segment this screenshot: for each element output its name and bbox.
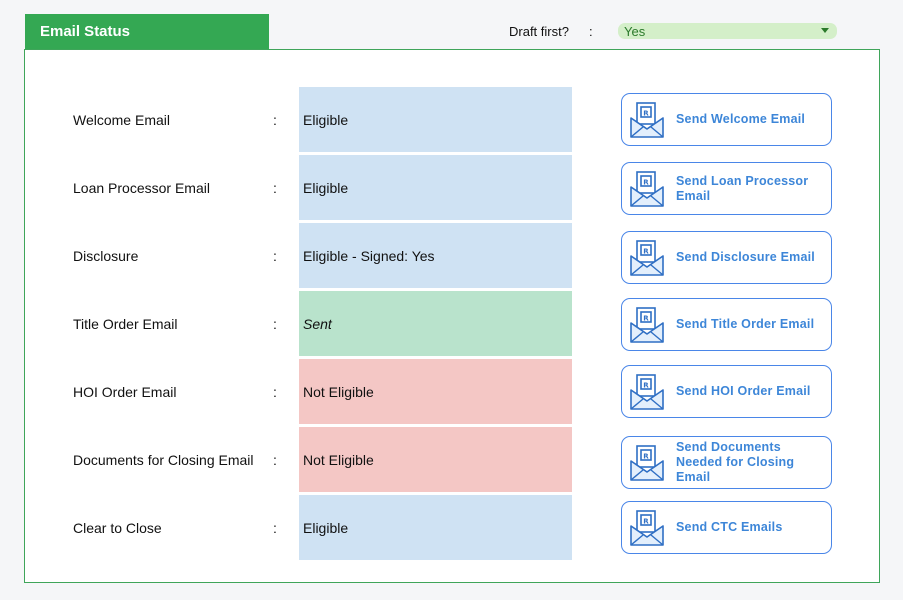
svg-text:R: R	[643, 178, 649, 186]
send-button-label: Send HOI Order Email	[676, 384, 811, 398]
row-label-clear-to-close: Clear to Close	[73, 520, 162, 536]
status-title-order-email: Sent	[299, 291, 572, 356]
envelope-document-icon: R	[630, 306, 664, 343]
send-title-order-email-button[interactable]: R Send Title Order Email	[621, 298, 832, 351]
row-label-title-order-email: Title Order Email	[73, 316, 178, 332]
row-colon: :	[273, 384, 277, 400]
status-loan-processor-email: Eligible	[299, 155, 572, 220]
send-button-label: Send Documents Needed for Closing Email	[676, 440, 795, 484]
send-documents-needed-for-closing-email-button[interactable]: R Send Documents Needed for Closing Emai…	[621, 436, 832, 489]
svg-text:R: R	[643, 314, 649, 322]
svg-text:R: R	[643, 381, 649, 389]
send-button-label: Send Welcome Email	[676, 112, 806, 126]
send-disclosure-email-button[interactable]: R Send Disclosure Email	[621, 231, 832, 284]
email-status-tab: Email Status	[25, 14, 269, 49]
send-button-label: Send CTC Emails	[676, 520, 783, 534]
status-disclosure: Eligible - Signed: Yes	[299, 223, 572, 288]
status-documents-for-closing-email: Not Eligible	[299, 427, 572, 492]
status-text: Not Eligible	[303, 451, 374, 468]
draft-first-value: Yes	[624, 24, 646, 39]
chevron-down-icon	[821, 28, 829, 33]
row-label-documents-for-closing-email: Documents for Closing Email	[73, 452, 254, 468]
status-clear-to-close: Eligible	[299, 495, 572, 560]
send-ctc-emails-button[interactable]: R Send CTC Emails	[621, 501, 832, 554]
envelope-document-icon: R	[630, 509, 664, 546]
draft-first-colon: :	[589, 24, 593, 39]
row-label-loan-processor-email: Loan Processor Email	[73, 180, 210, 196]
envelope-document-icon: R	[630, 170, 664, 207]
status-text: Eligible	[303, 111, 349, 128]
status-text: Eligible - Signed: Yes	[303, 247, 435, 264]
status-text: Sent	[303, 315, 332, 332]
draft-first-label: Draft first?	[509, 24, 569, 39]
envelope-document-icon: R	[630, 444, 664, 481]
status-text: Eligible	[303, 519, 349, 536]
envelope-document-icon: R	[630, 101, 664, 138]
svg-text:R: R	[643, 452, 649, 460]
send-loan-processor-email-button[interactable]: R Send Loan Processor Email	[621, 162, 832, 215]
row-label-welcome-email: Welcome Email	[73, 112, 170, 128]
send-button-label: Send Loan Processor Email	[676, 173, 809, 203]
row-colon: :	[273, 180, 277, 196]
status-text: Not Eligible	[303, 383, 374, 400]
send-welcome-email-button[interactable]: R Send Welcome Email	[621, 93, 832, 146]
envelope-document-icon: R	[630, 373, 664, 410]
email-status-title: Email Status	[40, 23, 131, 40]
svg-text:R: R	[643, 109, 649, 117]
row-colon: :	[273, 452, 277, 468]
send-hoi-order-email-button[interactable]: R Send HOI Order Email	[621, 365, 832, 418]
send-button-label: Send Title Order Email	[676, 317, 815, 331]
row-label-disclosure: Disclosure	[73, 248, 139, 264]
row-colon: :	[273, 316, 277, 332]
row-colon: :	[273, 248, 277, 264]
envelope-document-icon: R	[630, 239, 664, 276]
row-colon: :	[273, 520, 277, 536]
send-button-label: Send Disclosure Email	[676, 250, 815, 264]
status-text: Eligible	[303, 179, 349, 196]
svg-text:R: R	[643, 517, 649, 525]
status-welcome-email: Eligible	[299, 87, 572, 152]
row-label-hoi-order-email: HOI Order Email	[73, 384, 177, 400]
draft-first-select[interactable]: Yes	[618, 23, 837, 39]
svg-text:R: R	[643, 247, 649, 255]
status-hoi-order-email: Not Eligible	[299, 359, 572, 424]
row-colon: :	[273, 112, 277, 128]
